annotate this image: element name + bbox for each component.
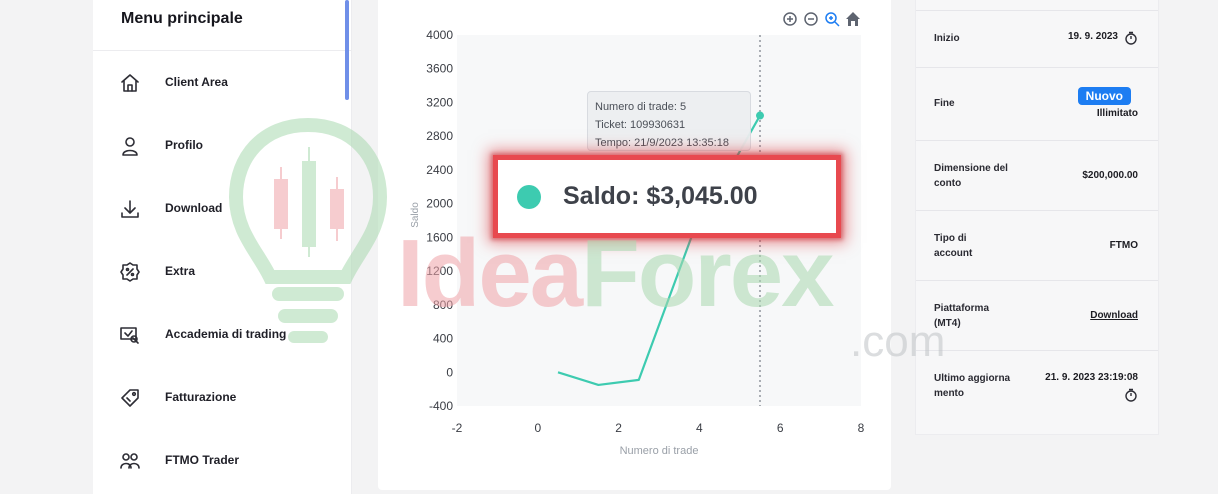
sidebar-item-label: Fatturazione xyxy=(165,390,237,404)
balance-chart-card: 4000 3600 3200 2800 2400 2000 1600 1200 800 400 0-… xyxy=(378,0,891,490)
x-axis-label: Numero di trade xyxy=(620,445,699,457)
x-tick-label: 8 xyxy=(858,421,865,435)
sidebar-item-fatturazione[interactable]: Fatturazione xyxy=(93,378,352,418)
status-badge: Nuovo xyxy=(1077,87,1131,105)
detail-label: Tipo di account xyxy=(934,233,973,259)
saldo-value: Saldo: $3,045.00 xyxy=(563,182,758,210)
y-tick-label: 2800 xyxy=(426,129,453,143)
sidebar-item-profilo[interactable]: Profilo xyxy=(93,126,352,166)
home-icon xyxy=(119,72,141,94)
x-tick-label: 6 xyxy=(777,421,784,435)
series-marker xyxy=(517,184,541,209)
sidebar-item-ftmo-trader[interactable]: FTMO Trader xyxy=(93,441,352,481)
sidebar-item-client-area[interactable]: Client Area xyxy=(93,63,352,103)
y-tick-label: 1200 xyxy=(426,264,453,278)
sidebar-item-label: Client Area xyxy=(165,75,228,89)
user-icon xyxy=(119,135,141,157)
y-tick-label: 3600 xyxy=(426,62,453,76)
balance-chart: 400036003200280024002000160012008004000-… xyxy=(410,28,865,457)
percent-badge-icon xyxy=(119,261,141,283)
detail-row-ultimo: Ultimo aggiornamento 21. 9. 2023 23:19:0… xyxy=(916,350,1158,435)
tooltip-time: Tempo: 21/9/2023 13:35:18 xyxy=(595,137,729,149)
zoom-out-icon[interactable] xyxy=(803,11,819,27)
x-tick-label: -2 xyxy=(452,421,463,435)
sidebar-item-label: Extra xyxy=(165,264,196,278)
sidebar: Menu principale Client Area Profilo Down… xyxy=(93,0,352,494)
zoom-in-icon[interactable] xyxy=(782,11,798,27)
detail-label: Piattaforma (MT4) xyxy=(934,303,990,329)
detail-label: Inizio xyxy=(934,33,960,44)
account-details-panel: Inizio 19. 9. 2023 Fine Nuovo Illimitato… xyxy=(915,0,1159,435)
sidebar-title: Menu principale xyxy=(121,10,243,27)
sidebar-item-accademia[interactable]: Accademia di trading xyxy=(93,315,352,355)
detail-row-fine: Fine Nuovo Illimitato xyxy=(916,67,1158,140)
academy-icon xyxy=(119,324,141,346)
download-icon xyxy=(119,198,141,220)
y-tick-label: 400 xyxy=(433,332,453,346)
y-tick-label: 0 xyxy=(446,365,453,379)
home-reset-icon[interactable] xyxy=(845,11,861,27)
chart-tooltip: Numero di trade: 5 Ticket: 109930631 Tem… xyxy=(587,91,751,151)
chart-toolbar xyxy=(782,11,861,27)
x-tick-label: 0 xyxy=(534,421,541,435)
detail-row-inizio: Inizio 19. 9. 2023 xyxy=(916,10,1158,67)
y-tick-label: 2000 xyxy=(426,197,453,211)
detail-row-piattaforma: Piattaforma (MT4) Download xyxy=(916,280,1158,350)
detail-label: Dimensione del conto xyxy=(934,163,1008,189)
sidebar-item-label: FTMO Trader xyxy=(165,453,240,467)
y-tick-label: -400 xyxy=(429,399,453,413)
data-point xyxy=(756,111,764,120)
detail-value: Illimitato xyxy=(1096,108,1138,119)
y-tick-label: 3200 xyxy=(426,95,453,109)
detail-label: Ultimo aggiornamento xyxy=(934,373,1011,399)
download-link[interactable]: Download xyxy=(1090,310,1138,321)
detail-value: 21. 9. 2023 23:19:08 xyxy=(1045,372,1138,383)
stopwatch-icon xyxy=(1124,31,1138,45)
y-tick-label: 2400 xyxy=(426,163,453,177)
detail-value: 19. 9. 2023 xyxy=(1067,31,1118,42)
detail-value: FTMO xyxy=(1109,240,1138,251)
tag-icon xyxy=(119,387,141,409)
y-tick-label: 1600 xyxy=(426,230,453,244)
detail-row-dimensione: Dimensione del conto $200,000.00 xyxy=(916,140,1158,210)
detail-label: Fine xyxy=(934,98,955,109)
y-tick-label: 4000 xyxy=(426,28,453,42)
x-tick-label: 4 xyxy=(696,421,703,435)
saldo-highlight-box: Saldo: $3,045.00 xyxy=(493,155,841,238)
magnifier-icon[interactable] xyxy=(824,11,840,27)
y-axis-label: Saldo xyxy=(410,202,421,228)
tooltip-trade-number: Numero di trade: 5 xyxy=(595,101,687,113)
y-tick-label: 800 xyxy=(433,298,453,312)
stopwatch-icon xyxy=(1124,388,1138,402)
x-tick-label: 2 xyxy=(615,421,622,435)
tooltip-ticket: Ticket: 109930631 xyxy=(595,119,686,131)
sidebar-item-download[interactable]: Download xyxy=(93,189,352,229)
sidebar-item-label: Accademia di trading xyxy=(165,327,287,341)
users-icon xyxy=(119,450,141,472)
detail-value: $200,000.00 xyxy=(1082,170,1138,181)
sidebar-item-extra[interactable]: Extra xyxy=(93,252,352,292)
sidebar-divider xyxy=(93,50,351,51)
sidebar-item-label: Profilo xyxy=(165,138,203,152)
sidebar-item-label: Download xyxy=(165,201,223,215)
detail-row-tipo: Tipo di account FTMO xyxy=(916,210,1158,280)
